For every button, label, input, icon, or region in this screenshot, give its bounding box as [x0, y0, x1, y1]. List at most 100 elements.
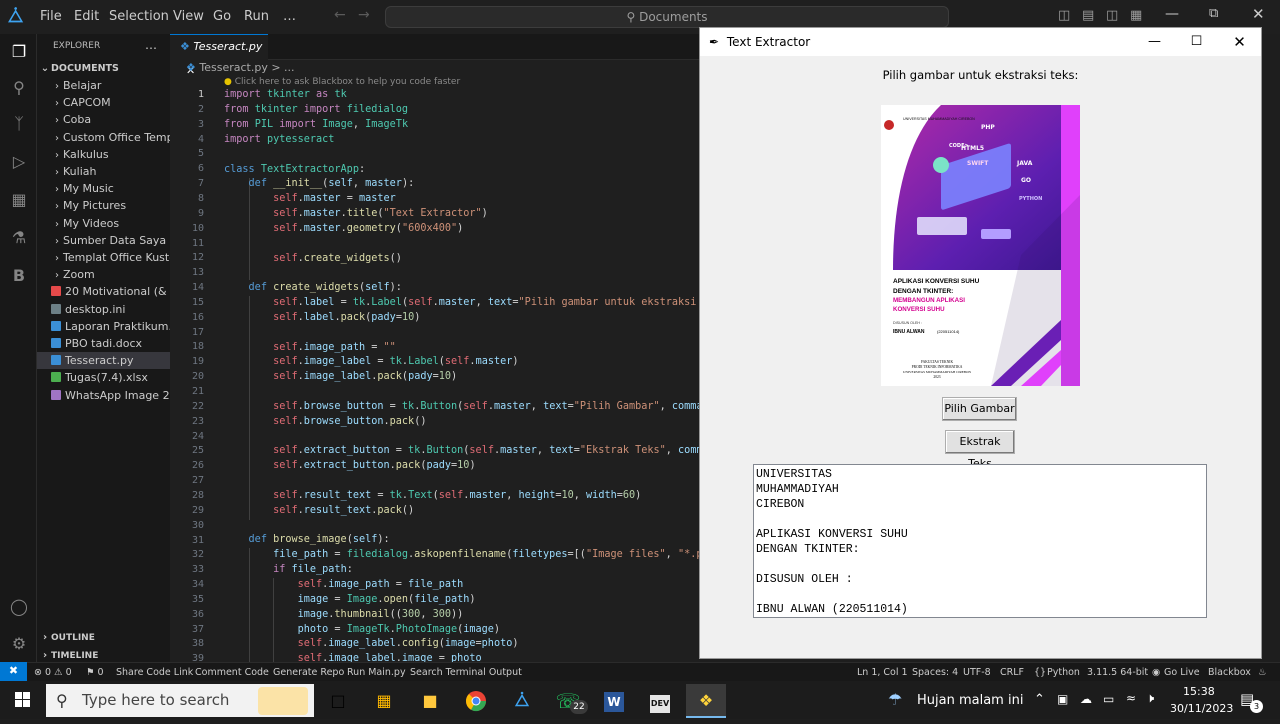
clock-date[interactable]: 30/11/2023	[1170, 702, 1233, 715]
python-interpreter[interactable]: 3.11.5 64-bit	[1087, 667, 1148, 678]
comment-code[interactable]: Comment Code	[195, 667, 269, 678]
notifications-bell-icon[interactable]: ♨	[1258, 667, 1267, 678]
result-textbox[interactable]: UNIVERSITAS MUHAMMADIYAH CIREBON APLIKAS…	[753, 464, 1207, 618]
taskbar-search-box[interactable]: ⚲ Type here to search	[46, 684, 314, 717]
line-number: 10	[191, 222, 204, 234]
command-center-search[interactable]: ⚲ Documents	[385, 6, 949, 28]
cover-subtitle-line1: MEMBANGUN APLIKASI	[893, 297, 965, 304]
chevron-right-icon: ›	[55, 270, 59, 282]
tree-item[interactable]: 20 Motivational (& Fr...	[37, 283, 170, 300]
tree-item[interactable]: › CAPCOM	[37, 94, 170, 111]
cursor-position[interactable]: Ln 1, Col 1	[857, 667, 908, 678]
indentation[interactable]: Spaces: 4	[912, 667, 958, 678]
show-hidden-icons-icon[interactable]: ⌃	[1034, 692, 1045, 707]
menu-go[interactable]: Go	[213, 9, 231, 24]
pilih-gambar-button[interactable]: Pilih Gambar	[942, 397, 1017, 421]
clock-time[interactable]: 15:38	[1183, 685, 1215, 698]
tk-maximize-icon[interactable]: ☐	[1175, 28, 1218, 56]
testing-icon[interactable]: ⚗	[9, 228, 29, 248]
line-number: 28	[191, 489, 204, 501]
tree-item[interactable]: › Sumber Data Saya	[37, 232, 170, 249]
tree-item[interactable]: › Custom Office Templa...	[37, 129, 170, 146]
docx-file-icon	[51, 338, 61, 348]
tree-item[interactable]: Laporan Praktikum.do...	[37, 318, 170, 335]
menu-file[interactable]: File	[40, 9, 62, 24]
menu-view[interactable]: View	[173, 9, 204, 24]
menu-selection[interactable]: Selection	[109, 9, 169, 24]
dev-app-icon[interactable]: DEV	[640, 684, 680, 718]
problems-indicator[interactable]: ⊗ 0 ⚠ 0	[34, 667, 72, 678]
tab-tesseract-py[interactable]: ❖ Tesseract.py ✕	[170, 34, 268, 77]
weather-text[interactable]: Hujan malam ini	[917, 693, 1023, 708]
task-view-icon[interactable]: □	[318, 684, 358, 718]
cover-author: IBNU ALWAN	[893, 329, 925, 335]
battery-icon[interactable]: ▭	[1103, 692, 1114, 706]
toggle-sidebar-icon[interactable]: ◫	[1058, 8, 1070, 23]
microsoft-store-icon[interactable]: ▦	[364, 684, 404, 718]
tree-item[interactable]: › Templat Office Kustom	[37, 249, 170, 266]
tree-item-label: Tesseract.py	[65, 354, 134, 368]
explorer-icon[interactable]: ❐	[9, 42, 29, 62]
layout-icon[interactable]: ▦	[1130, 8, 1142, 23]
word-icon[interactable]: W	[594, 684, 634, 718]
meet-now-icon[interactable]: ▣	[1057, 692, 1068, 706]
menu-edit[interactable]: Edit	[74, 9, 99, 24]
tk-minimize-icon[interactable]: —	[1133, 28, 1176, 56]
tree-item[interactable]: › Belajar	[37, 77, 170, 94]
run-main-py[interactable]: Run Main.py	[347, 667, 406, 678]
tree-item[interactable]: Tesseract.py	[37, 352, 170, 370]
close-icon[interactable]: ✕	[1252, 5, 1265, 23]
settings-gear-icon[interactable]: ⚙	[9, 634, 29, 654]
cloud-icon[interactable]: ☁	[1080, 692, 1092, 706]
line-endings[interactable]: CRLF	[1000, 667, 1024, 678]
encoding[interactable]: UTF-8	[963, 667, 991, 678]
language-mode[interactable]: Python	[1047, 667, 1080, 678]
tree-item[interactable]: › Kuliah	[37, 163, 170, 180]
breadcrumb[interactable]: ❖ Tesseract.py > ...	[186, 61, 295, 74]
tree-item[interactable]: PBO tadi.docx	[37, 335, 170, 352]
search-view-icon[interactable]: ⚲	[9, 78, 29, 98]
tk-close-icon[interactable]: ✕	[1218, 28, 1261, 56]
tree-item[interactable]: › My Videos	[37, 215, 170, 232]
outline-section-header[interactable]: › OUTLINE	[37, 629, 170, 646]
ports-indicator[interactable]: ⚑ 0	[86, 667, 104, 678]
remote-indicator-icon[interactable]: ✖	[0, 662, 27, 681]
go-live[interactable]: Go Live	[1164, 667, 1200, 678]
menu-more[interactable]: …	[283, 9, 296, 24]
tree-item[interactable]: › Coba	[37, 111, 170, 128]
more-actions-icon[interactable]: …	[145, 38, 157, 52]
blackbox-status[interactable]: Blackbox	[1208, 667, 1251, 678]
start-button[interactable]	[0, 681, 46, 719]
tree-item[interactable]: desktop.ini	[37, 301, 170, 318]
volume-icon[interactable]: 🕨	[1146, 691, 1154, 706]
account-icon[interactable]: ◯	[9, 597, 29, 617]
search-terminal-output[interactable]: Search Terminal Output	[410, 667, 522, 678]
forward-arrow-icon[interactable]: →	[358, 7, 370, 23]
toggle-panel-icon[interactable]: ▤	[1082, 8, 1094, 23]
python-taskbar-icon[interactable]: ❖	[686, 684, 726, 718]
run-debug-icon[interactable]: ▷	[9, 152, 29, 172]
source-control-icon[interactable]: ᛉ	[9, 114, 29, 134]
back-arrow-icon[interactable]: ←	[334, 7, 346, 23]
tree-item[interactable]: WhatsApp Image 202...	[37, 387, 170, 404]
chrome-icon[interactable]	[456, 684, 496, 718]
extensions-icon[interactable]: ▦	[9, 190, 29, 210]
toggle-secondary-sidebar-icon[interactable]: ◫	[1106, 8, 1118, 23]
tree-item[interactable]: › My Music	[37, 180, 170, 197]
restore-icon[interactable]: ⧉	[1209, 6, 1218, 21]
share-code-link[interactable]: Share Code Link	[116, 667, 193, 678]
tree-item[interactable]: › Zoom	[37, 266, 170, 283]
ekstrak-teks-button[interactable]: Ekstrak Teks	[945, 430, 1015, 470]
tree-item[interactable]: › My Pictures	[37, 197, 170, 214]
blackbox-icon[interactable]: B	[9, 266, 29, 286]
menu-run[interactable]: Run	[244, 9, 269, 24]
blackbox-hint[interactable]: ● Click here to ask Blackbox to help you…	[224, 77, 460, 87]
minimize-icon[interactable]: —	[1165, 6, 1179, 22]
wifi-icon[interactable]: ≈	[1126, 691, 1136, 705]
vscode-taskbar-icon[interactable]: ⧊	[502, 684, 542, 718]
generate-repo[interactable]: Generate Repo	[273, 667, 344, 678]
tree-item[interactable]: › Kalkulus	[37, 146, 170, 163]
file-explorer-icon[interactable]: ■	[410, 684, 450, 718]
documents-section-header[interactable]: ⌄ DOCUMENTS	[37, 60, 170, 77]
tree-item[interactable]: Tugas(7.4).xlsx	[37, 369, 170, 386]
